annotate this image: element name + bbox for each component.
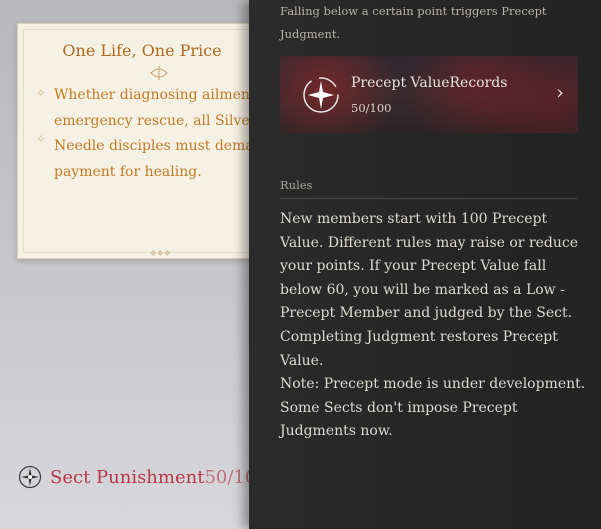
sect-punishment[interactable]: Sect Punishment50/100	[18, 465, 268, 489]
precept-panel: Falling below a certain point triggers P…	[249, 0, 601, 529]
precept-records-value: 50/100	[351, 101, 392, 115]
precept-records-button[interactable]: Precept ValueRecords 50/100 ›	[280, 56, 578, 133]
sect-emblem-icon	[303, 77, 339, 113]
rules-heading: Rules	[280, 178, 313, 192]
bullet-icon: ✧	[36, 86, 47, 100]
card-dots-ornament: ◆◆◆	[150, 248, 172, 257]
panel-note: Falling below a certain point triggers P…	[280, 4, 547, 41]
bullet-icon: ✧	[36, 132, 47, 146]
policy-card: One Life, One Price ✧ ✧ Whether diagnosi…	[17, 23, 282, 259]
sect-punishment-label: Sect Punishment50/100	[50, 466, 268, 488]
chevron-right-icon: ›	[556, 80, 564, 104]
rules-divider	[280, 198, 577, 199]
card-title: One Life, One Price	[62, 41, 222, 60]
sect-emblem-icon	[18, 465, 42, 489]
rules-text: New members start with 100 Precept Value…	[280, 211, 586, 440]
precept-records-title: Precept ValueRecords	[351, 75, 508, 91]
knot-ornament-icon	[150, 66, 168, 80]
